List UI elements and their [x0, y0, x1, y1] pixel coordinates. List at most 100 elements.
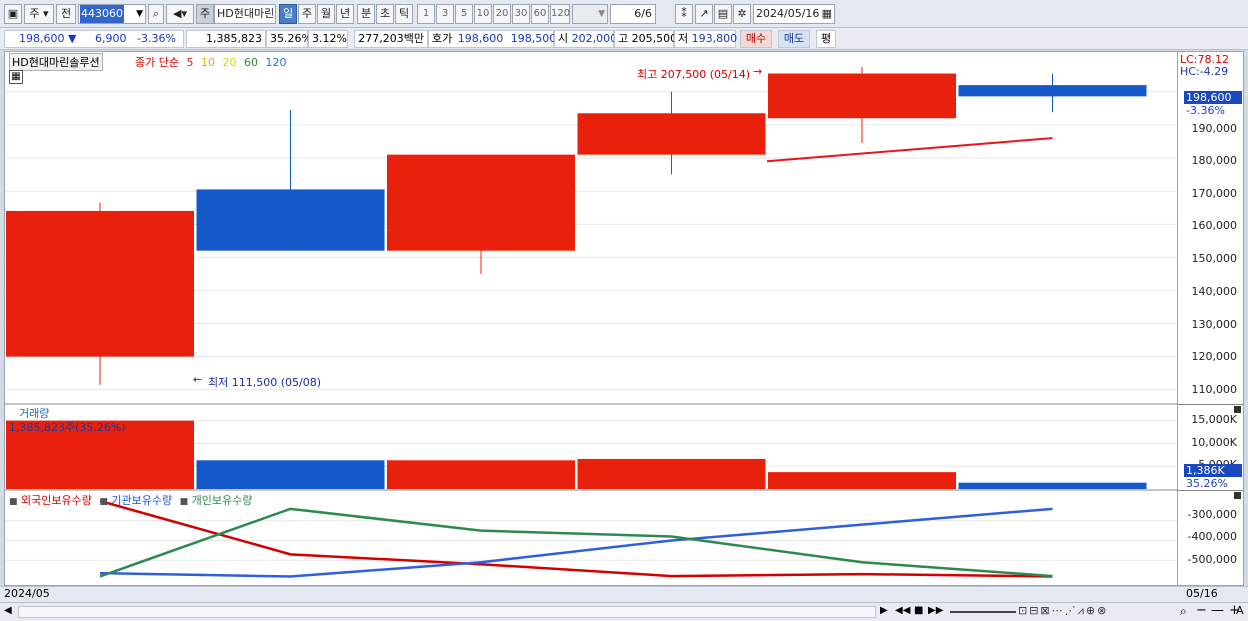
- price-tick: 190,000: [1191, 122, 1238, 135]
- ma-120-label: 120: [265, 56, 287, 69]
- prefix-button[interactable]: 전: [56, 4, 76, 24]
- price-tick: 140,000: [1191, 285, 1238, 298]
- ma-60-label: 60: [243, 56, 258, 69]
- custom-interval-select[interactable]: ▼: [572, 4, 608, 24]
- change-pct: -3.36%: [137, 32, 176, 45]
- stock-code-value: 443060: [80, 5, 124, 23]
- bid-ask-box: 호가 198,600 198,500: [428, 30, 556, 48]
- down-arrow-icon: ▼: [68, 32, 77, 45]
- speaker-icon[interactable]: ◀▾: [166, 4, 194, 24]
- price-axis[interactable]: LC:78.12 HC:-4.29 198,600 -3.36% 190,000…: [1178, 51, 1244, 586]
- hc-value: HC:-4.29: [1180, 65, 1229, 78]
- volume-bar: [577, 458, 766, 489]
- volume-bar: [387, 460, 575, 489]
- interval-30[interactable]: 30: [512, 4, 530, 24]
- interval-1[interactable]: 1: [417, 4, 435, 24]
- compare-icon[interactable]: ⁑: [675, 4, 693, 24]
- current-pct-marker: -3.36%: [1186, 104, 1225, 117]
- institution-holding-label: 기관보유수량: [111, 494, 173, 507]
- save-icon[interactable]: ▤: [714, 4, 732, 24]
- stop-icon[interactable]: ■: [914, 605, 923, 616]
- interval-10[interactable]: 10: [474, 4, 492, 24]
- chevron-down-icon: ▼: [598, 9, 605, 19]
- price-tick: 180,000: [1191, 154, 1238, 167]
- search-icon[interactable]: ⌕: [148, 4, 164, 24]
- arrow-right-icon: →: [753, 65, 763, 78]
- interval-60[interactable]: 60: [531, 4, 549, 24]
- panel-close-icon[interactable]: [1234, 492, 1241, 499]
- tab-tick[interactable]: 틱: [395, 4, 413, 24]
- candle-body: [768, 73, 956, 119]
- drawing-tools-icon[interactable]: ⊡⊟⊠⋯⋰⩘⊕⊗: [1018, 604, 1108, 618]
- stock-code-input[interactable]: 443060 ▼: [78, 4, 146, 24]
- scroll-left-icon[interactable]: ◀: [4, 605, 12, 616]
- sell-button[interactable]: 매도: [778, 30, 810, 48]
- interval-5[interactable]: 5: [455, 4, 473, 24]
- tab-day[interactable]: 일: [279, 4, 297, 24]
- low-annotation: 최저 111,500 (05/08): [208, 376, 322, 389]
- average-button[interactable]: 평: [816, 30, 836, 48]
- tab-year[interactable]: 년: [336, 4, 354, 24]
- volume-value: 1,385,823: [186, 30, 266, 48]
- volume-value-label: 1,385,823주(35.26%): [9, 421, 126, 434]
- high-price: 205,500: [631, 32, 678, 45]
- foreign-holding-label: 외국인보유수량: [21, 494, 92, 507]
- calendar-icon[interactable]: ▦: [822, 5, 834, 23]
- price-tick: 130,000: [1191, 318, 1238, 331]
- buy-button[interactable]: 매수: [740, 30, 772, 48]
- axis-divider: [1178, 490, 1243, 491]
- ma-20-label: 20: [222, 56, 237, 69]
- high-label: 고: [618, 32, 629, 45]
- open-price: 202,000: [571, 32, 618, 45]
- quote-bar: 198,600 ▼ 6,900 -3.36% 1,385,823 35.26% …: [0, 28, 1248, 50]
- interval-3[interactable]: 3: [436, 4, 454, 24]
- volume-tick: 15,000K: [1191, 413, 1237, 426]
- candle-body: [6, 210, 194, 357]
- horizontal-scrollbar[interactable]: [18, 606, 876, 618]
- stock-name-field[interactable]: HD현대마린: [214, 4, 276, 24]
- high-box: 고 205,500: [614, 30, 677, 48]
- change-value: 6,900: [95, 32, 127, 45]
- table-icon[interactable]: ▦: [9, 70, 23, 84]
- date-picker[interactable]: 2024/05/16 ▦: [753, 4, 835, 24]
- holding-legend[interactable]: ■ 외국인보유수량 ■ 기관보유수량 ■ 개인보유수량: [9, 492, 252, 508]
- font-size-icon[interactable]: A: [1236, 604, 1244, 617]
- tab-second[interactable]: 초: [376, 4, 394, 24]
- current-price: 198,600: [19, 32, 65, 45]
- ma-legend[interactable]: 종가 단순 5 10 20 60 120: [135, 54, 286, 70]
- holding-tick: -300,000: [1187, 508, 1237, 521]
- minus-icon[interactable]: −: [1196, 603, 1207, 618]
- ma-5-label: 5: [186, 56, 194, 69]
- draw-icon[interactable]: ↗: [695, 4, 713, 24]
- ma-10-label: 10: [200, 56, 215, 69]
- low-label: 저: [678, 32, 689, 45]
- dash-icon[interactable]: —: [1211, 603, 1224, 618]
- chevron-down-icon[interactable]: ▼: [136, 5, 143, 23]
- tab-week[interactable]: 주: [298, 4, 316, 24]
- period-select[interactable]: 주 ▾: [24, 4, 54, 24]
- panel-close-icon[interactable]: [1234, 406, 1241, 413]
- interval-20[interactable]: 20: [493, 4, 511, 24]
- page-counter[interactable]: 6/6: [610, 4, 656, 24]
- price-tick: 160,000: [1191, 219, 1238, 232]
- tab-month[interactable]: 월: [317, 4, 335, 24]
- chart-area[interactable]: HD현대마린솔루션 종가 단순 5 10 20 60 120 ▦ 최고 207,…: [4, 51, 1178, 586]
- low-box: 저 193,800: [674, 30, 737, 48]
- amount-value: 277,203백만: [354, 30, 428, 48]
- date-end: 05/16: [1186, 587, 1218, 600]
- chart-menu-icon[interactable]: ▣: [4, 4, 22, 24]
- scroll-right-icon[interactable]: ▶: [880, 605, 888, 616]
- fast-forward-icon[interactable]: ▶▶: [928, 605, 943, 616]
- stock-kind-label: 주: [196, 4, 214, 24]
- tab-minute[interactable]: 분: [357, 4, 375, 24]
- gear-icon[interactable]: ✲: [733, 4, 751, 24]
- high-annotation: 최고 207,500 (05/14): [637, 68, 751, 81]
- zoom-slider[interactable]: [950, 611, 1016, 613]
- zoom-icon[interactable]: ⌕: [1180, 604, 1187, 619]
- ratio-value: 3.12%: [308, 30, 348, 48]
- price-tick: 150,000: [1191, 252, 1238, 265]
- stock-label[interactable]: HD현대마린솔루션: [9, 53, 103, 71]
- price-tick: 170,000: [1191, 187, 1238, 200]
- rewind-icon[interactable]: ◀◀: [895, 605, 910, 616]
- interval-120[interactable]: 120: [550, 4, 570, 24]
